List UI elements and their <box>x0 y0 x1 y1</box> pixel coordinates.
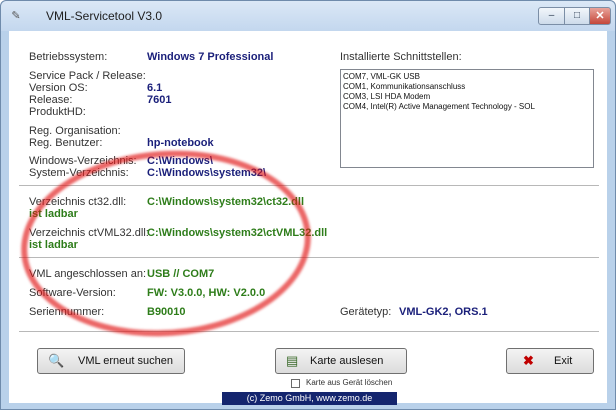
product-id-label: ProduktHD: <box>29 106 86 118</box>
list-item[interactable]: COM4, Intel(R) Active Management Technol… <box>343 102 591 112</box>
search-vml-button[interactable]: 🔍 VML erneut suchen <box>37 348 185 374</box>
list-item[interactable]: COM7, VML-GK USB <box>343 72 591 82</box>
system-dir-label: System-Verzeichnis: <box>29 167 129 179</box>
interfaces-heading: Installierte Schnittstellen: <box>340 51 462 63</box>
interfaces-listbox[interactable]: COM7, VML-GK USB COM1, Kommunikationsans… <box>340 69 594 168</box>
window-title: VML-Servicetool V3.0 <box>46 9 163 23</box>
delete-card-label: Karte aus Gerät löschen <box>306 378 393 387</box>
ctvml32-status: ist ladbar <box>29 239 78 251</box>
ct32-status: ist ladbar <box>29 208 78 220</box>
close-x-icon: ✖ <box>523 353 534 368</box>
serial-number-value: B90010 <box>147 306 186 318</box>
release-value: 7601 <box>147 94 172 106</box>
card-reader-icon: ▤ <box>286 353 299 368</box>
reg-user-label: Reg. Benutzer: <box>29 137 103 149</box>
app-window: ✎ VML-Servicetool V3.0 – □ ✕ Betriebssys… <box>0 0 616 410</box>
maximize-button[interactable]: □ <box>564 7 590 25</box>
reg-user-value: hp-notebook <box>147 137 214 149</box>
separator <box>19 257 599 259</box>
title-bar[interactable]: ✎ VML-Servicetool V3.0 – □ ✕ <box>1 1 615 31</box>
connected-value: USB // COM7 <box>147 268 215 280</box>
magnifier-icon: 🔍 <box>48 353 65 368</box>
minimize-icon: – <box>548 10 555 21</box>
minimize-button[interactable]: – <box>538 7 565 25</box>
device-type-label: Gerätetyp: <box>340 306 392 318</box>
device-type-value: VML-GK2, ORS.1 <box>399 306 488 318</box>
main-panel: Betriebssystem: Windows 7 Professional S… <box>9 31 607 405</box>
delete-card-checkbox[interactable] <box>291 379 300 388</box>
tool-icon: ✎ <box>11 10 21 22</box>
separator <box>19 185 599 187</box>
list-item[interactable]: COM1, Kommunikationsanschluss <box>343 82 591 92</box>
close-button[interactable]: ✕ <box>589 7 611 25</box>
connected-label: VML angeschlossen an: <box>29 268 146 280</box>
software-version-value: FW: V3.0.0, HW: V2.0.0 <box>147 287 266 299</box>
ct32-dir-value: C:\Windows\system32\ct32.dll <box>147 196 305 208</box>
list-item[interactable]: COM3, LSI HDA Modem <box>343 92 591 102</box>
serial-number-label: Seriennummer: <box>29 306 105 318</box>
close-icon: ✕ <box>595 10 605 22</box>
read-card-button[interactable]: ▤ Karte auslesen <box>275 348 407 374</box>
exit-button[interactable]: ✖ Exit <box>506 348 594 374</box>
separator <box>19 331 599 333</box>
software-version-label: Software-Version: <box>29 287 116 299</box>
os-value: Windows 7 Professional <box>147 51 274 63</box>
os-label: Betriebssystem: <box>29 51 108 63</box>
system-dir-value: C:\Windows\system32\ <box>147 167 267 179</box>
maximize-icon: □ <box>573 10 581 21</box>
copyright-bar: (c) Zemo GmbH, www.zemo.de <box>222 392 397 405</box>
ctvml32-dir-value: C:\Windows\system32\ctVML32.dll <box>147 227 328 239</box>
